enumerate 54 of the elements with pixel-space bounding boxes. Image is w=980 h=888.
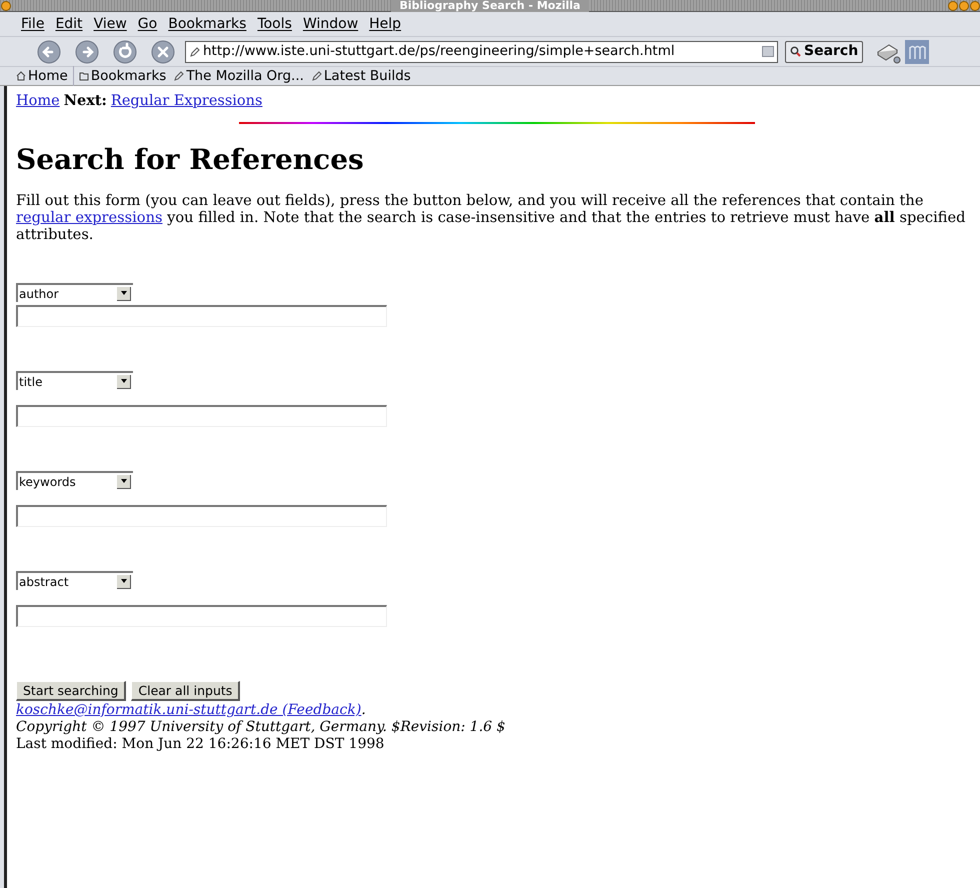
- page-icon: [174, 71, 184, 81]
- folder-icon: [78, 71, 89, 81]
- menu-item[interactable]: File: [21, 14, 44, 34]
- search-input-field[interactable]: [16, 605, 387, 627]
- attribute-dropdown[interactable]: abstract: [16, 571, 133, 590]
- reload-icon[interactable]: [113, 40, 137, 64]
- menu-item[interactable]: Window: [302, 14, 358, 34]
- home-link[interactable]: Home: [16, 93, 60, 109]
- search-input-field[interactable]: [16, 405, 387, 427]
- address-field[interactable]: http://www.iste.uni-stuttgart.de/ps/reengineering/simple+search.html: [185, 40, 778, 62]
- window-menu-icon[interactable]: [1, 1, 11, 11]
- menu-item[interactable]: Bookmarks: [168, 14, 246, 34]
- dropdown-value: keywords: [19, 474, 76, 490]
- bookmark-item[interactable]: Latest Builds: [310, 66, 413, 86]
- dropdown-value: abstract: [19, 574, 69, 590]
- attribute-dropdown[interactable]: title: [16, 371, 133, 390]
- attribute-dropdown[interactable]: author: [16, 283, 133, 302]
- search-icon: [790, 46, 801, 57]
- dropdown-value: title: [19, 374, 42, 390]
- menu-item[interactable]: Edit: [55, 14, 83, 34]
- copyright-text: Copyright © 1997 University of Stuttgart, Germany. $Revision: 1.6 $: [16, 719, 506, 736]
- feedback-link[interactable]: koschke@informatik.uni-stuttgart.de (Feedback): [16, 702, 362, 719]
- last-modified-text: Last modified: Mon Jun 22 16:26:16 MET DST 1998: [16, 736, 386, 753]
- stop-icon[interactable]: [151, 40, 175, 64]
- search-input-field[interactable]: [16, 505, 387, 527]
- bookmark-item[interactable]: Bookmarks: [76, 66, 168, 86]
- attribute-dropdown[interactable]: keywords: [16, 471, 133, 490]
- menu-item[interactable]: Tools: [257, 14, 292, 34]
- search-input-field[interactable]: [16, 305, 387, 327]
- bookmark-item[interactable]: Home: [14, 66, 74, 86]
- search-button[interactable]: Search: [785, 40, 864, 62]
- next-label: Next:: [64, 93, 107, 109]
- house-icon: [16, 71, 26, 81]
- form-button[interactable]: Clear all inputs: [131, 681, 240, 701]
- menu-item[interactable]: View: [94, 14, 127, 34]
- page-icon: [312, 71, 322, 81]
- back-icon[interactable]: [37, 40, 61, 64]
- page-icon: [190, 46, 200, 56]
- intro-paragraph: Fill out this form (you can leave out fields), press the button below, and you will receive all the references that contain the regular expressions you filled in. Note that the search is case-insensitive and that the entries to retrieve must have all specified attributes.: [16, 192, 966, 243]
- url-text: http://www.iste.uni-stuttgart.de/ps/reengineering/simple+search.html: [203, 42, 676, 62]
- page-heading: Search for References: [16, 144, 365, 176]
- menu-item[interactable]: Go: [138, 14, 158, 34]
- minimize-icon[interactable]: [948, 1, 958, 11]
- close-icon[interactable]: [970, 1, 980, 11]
- bookmark-item[interactable]: The Mozilla Org...: [172, 66, 306, 86]
- regular-expressions-link[interactable]: regular expressions: [16, 209, 162, 226]
- forward-icon[interactable]: [75, 40, 99, 64]
- form-button[interactable]: Start searching: [16, 681, 126, 701]
- window-title: Bibliography Search - Mozilla: [391, 0, 588, 12]
- next-link[interactable]: Regular Expressions: [110, 93, 262, 109]
- period-text: .: [361, 702, 366, 719]
- dropdown-value: author: [19, 286, 59, 302]
- maximize-icon[interactable]: [959, 1, 969, 11]
- menu-item[interactable]: Help: [369, 14, 402, 34]
